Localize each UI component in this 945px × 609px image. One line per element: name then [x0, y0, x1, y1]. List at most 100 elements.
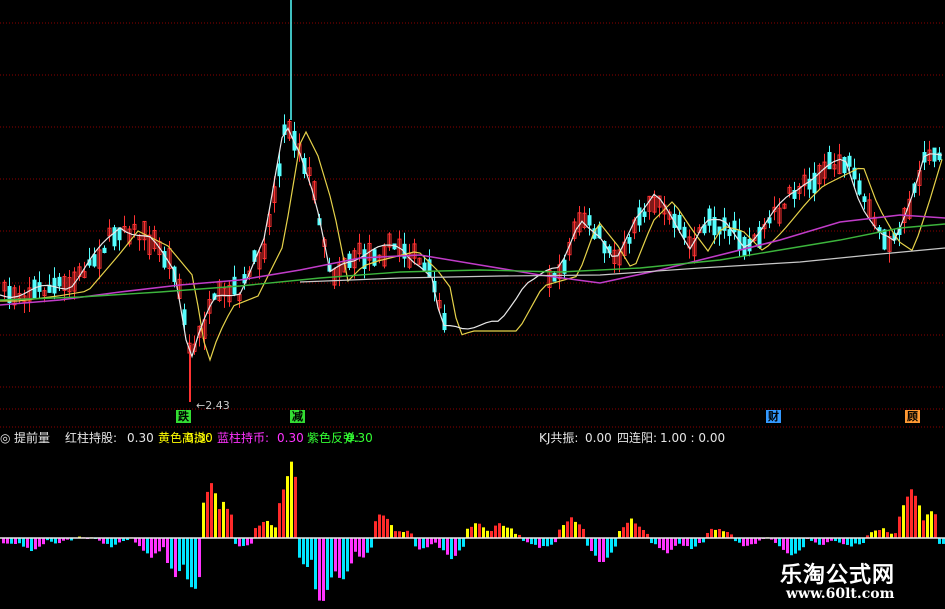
histogram-bar — [802, 538, 805, 548]
histogram-bar — [490, 531, 493, 538]
blue-value: 0.30 — [277, 431, 304, 445]
candle-body — [277, 163, 282, 177]
histogram-bar — [438, 538, 441, 548]
histogram-bar — [346, 538, 349, 572]
candle-body — [642, 211, 647, 217]
histogram-bar — [242, 538, 245, 546]
histogram-bar — [430, 538, 433, 545]
candle-body — [677, 214, 682, 230]
histogram-bar — [650, 538, 653, 544]
histogram-bar — [22, 538, 25, 547]
histogram-bar — [582, 528, 585, 538]
histogram-bar — [618, 531, 621, 538]
histogram-bar — [862, 538, 865, 544]
histogram-bar — [286, 476, 289, 538]
histogram-bar — [194, 538, 197, 589]
histogram-bar — [206, 491, 209, 538]
histogram-bar — [710, 528, 713, 538]
histogram-bar — [146, 538, 149, 554]
histogram-bar — [714, 529, 717, 538]
histogram-bar — [170, 538, 173, 569]
histogram-bar — [262, 521, 265, 538]
histogram-bar — [14, 538, 17, 544]
histogram-bar — [778, 538, 781, 547]
histogram-bar — [882, 528, 885, 538]
histogram-bar — [238, 538, 241, 547]
histogram-bar — [726, 532, 729, 538]
histogram-bar — [662, 538, 665, 551]
histogram-bar — [310, 538, 313, 560]
yellow-value: 0.30 — [186, 431, 213, 445]
histogram-bar — [902, 505, 905, 538]
histogram-bar — [686, 538, 689, 547]
histogram-bar — [566, 521, 569, 538]
histogram-bar — [298, 538, 301, 558]
histogram-bar — [226, 508, 229, 538]
histogram-bar — [18, 538, 21, 544]
histogram-bar — [818, 538, 821, 545]
histogram-bar — [938, 538, 941, 544]
histogram-bar — [394, 531, 397, 538]
histogram-bar — [158, 538, 161, 552]
histogram-bar — [34, 538, 37, 550]
price-chart[interactable] — [0, 0, 945, 428]
candle-body — [827, 152, 832, 170]
histogram-bar — [58, 538, 61, 544]
histogram-bar — [910, 489, 913, 538]
candle-body — [102, 247, 107, 254]
histogram-bar — [330, 538, 333, 578]
histogram-bar — [606, 538, 609, 558]
histogram-bar — [342, 538, 345, 580]
histogram-bar — [474, 523, 477, 538]
histogram-bar — [382, 515, 385, 538]
histogram-bar — [754, 538, 757, 544]
histogram-bar — [502, 525, 505, 538]
candle-body — [52, 277, 57, 294]
histogram-bar — [30, 538, 33, 552]
histogram-bar — [782, 538, 785, 550]
histogram-bar — [642, 529, 645, 538]
histogram-bar — [746, 538, 749, 546]
histogram-bar — [250, 538, 253, 544]
histogram-bar — [718, 528, 721, 538]
histogram-bar — [530, 538, 533, 545]
histogram-bar — [362, 538, 365, 558]
histogram-bar — [622, 527, 625, 538]
watermark-url: www.60lt.com — [786, 586, 895, 602]
histogram-bar — [210, 483, 213, 538]
candle-body — [732, 220, 737, 233]
histogram-bar — [486, 530, 489, 538]
candlesticks — [2, 0, 942, 402]
indicator-name[interactable]: 提前量 — [14, 429, 50, 447]
signal-fall-badge: 跌 — [176, 410, 191, 423]
histogram-bar — [822, 538, 825, 545]
histogram-bar — [442, 538, 445, 551]
candle-body — [847, 155, 852, 167]
histogram-bar — [558, 529, 561, 538]
indicator-marker-icon[interactable]: ◎ — [0, 429, 10, 447]
histogram-bar — [386, 518, 389, 538]
histogram-bar — [538, 538, 541, 548]
histogram-bar — [666, 538, 669, 554]
candle-body — [862, 196, 867, 202]
histogram-bar — [370, 538, 373, 548]
histogram-bar — [466, 528, 469, 538]
histogram-bar — [26, 538, 29, 548]
histogram-bar — [658, 538, 661, 549]
signal-wealth-badge: 财 — [766, 410, 781, 423]
histogram-bar — [630, 518, 633, 538]
four-value: 1.00 : 0.00 — [660, 431, 726, 445]
histogram-bar — [506, 527, 509, 538]
histogram-bar — [922, 520, 925, 538]
histogram-bar — [694, 538, 697, 547]
histogram-bar — [590, 538, 593, 552]
indicator-legend-bar: ◎ 提前量 红柱持股: 0.30 黄色高抛: 0.30 蓝柱持币: 0.30 紫… — [0, 429, 945, 447]
histogram-bar — [230, 514, 233, 538]
candle-body — [682, 226, 687, 238]
histogram-bar — [402, 532, 405, 538]
histogram-bar — [186, 538, 189, 580]
histogram-bar — [614, 538, 617, 547]
histogram-bar — [534, 538, 537, 545]
candle-body — [587, 215, 592, 226]
histogram-bar — [142, 538, 145, 551]
